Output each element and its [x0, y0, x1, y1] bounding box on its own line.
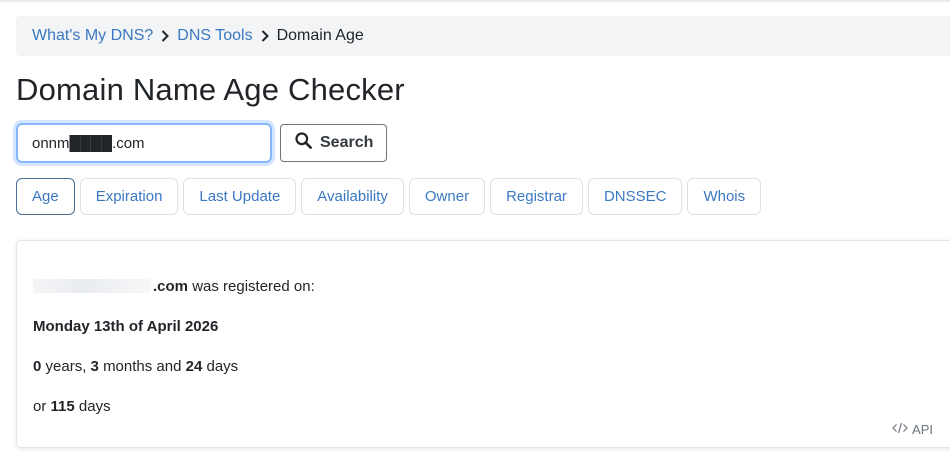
breadcrumb-dns-tools-link[interactable]: DNS Tools [177, 27, 252, 45]
tab-availability[interactable]: Availability [301, 178, 404, 215]
total-days-label: days [78, 398, 111, 415]
breadcrumb-home-link[interactable]: What's My DNS? [32, 27, 153, 45]
months-value: 3 [90, 358, 99, 375]
page-title: Domain Name Age Checker [16, 72, 405, 107]
top-divider [0, 0, 950, 2]
tab-registrar[interactable]: Registrar [490, 178, 583, 215]
total-days-value: 115 [50, 398, 75, 415]
search-icon [295, 132, 312, 154]
chevron-right-icon [153, 30, 177, 42]
age-breakdown: 0 years, 3 months and 24 days [33, 358, 238, 375]
registered-text: was registered on: [192, 278, 315, 295]
tab-whois[interactable]: Whois [687, 178, 762, 215]
registered-line: .com was registered on: [33, 278, 315, 295]
days-label: days [206, 358, 239, 375]
search-button-label: Search [320, 134, 374, 151]
search-form: Search [16, 123, 388, 163]
code-icon [892, 422, 908, 437]
total-prefix: or [33, 398, 47, 415]
domain-input[interactable] [16, 123, 272, 163]
months-label: months and [103, 358, 182, 375]
result-card: .com was registered on: Monday 13th of A… [16, 240, 950, 448]
tab-expiration[interactable]: Expiration [79, 178, 179, 215]
tab-last-update[interactable]: Last Update [183, 178, 297, 215]
api-link[interactable]: API [892, 422, 933, 437]
api-label: API [912, 422, 933, 437]
tab-dnssec[interactable]: DNSSEC [587, 178, 683, 215]
breadcrumb-current: Domain Age [276, 27, 364, 44]
breadcrumb: What's My DNS? DNS Tools Domain Age [16, 16, 950, 56]
search-button[interactable]: Search [280, 124, 388, 162]
years-value: 0 [33, 358, 42, 375]
days-value: 24 [185, 358, 203, 375]
total-days: or 115 days [33, 398, 111, 415]
registration-date: Monday 13th of April 2026 [33, 318, 219, 335]
domain-suffix: .com [153, 278, 189, 295]
tab-age[interactable]: Age [16, 178, 75, 215]
years-label: years, [45, 358, 87, 375]
tool-tabs: Age Expiration Last Update Availability … [16, 178, 762, 215]
tab-owner[interactable]: Owner [408, 178, 486, 215]
redacted-domain [33, 279, 151, 293]
chevron-right-icon [253, 30, 277, 42]
